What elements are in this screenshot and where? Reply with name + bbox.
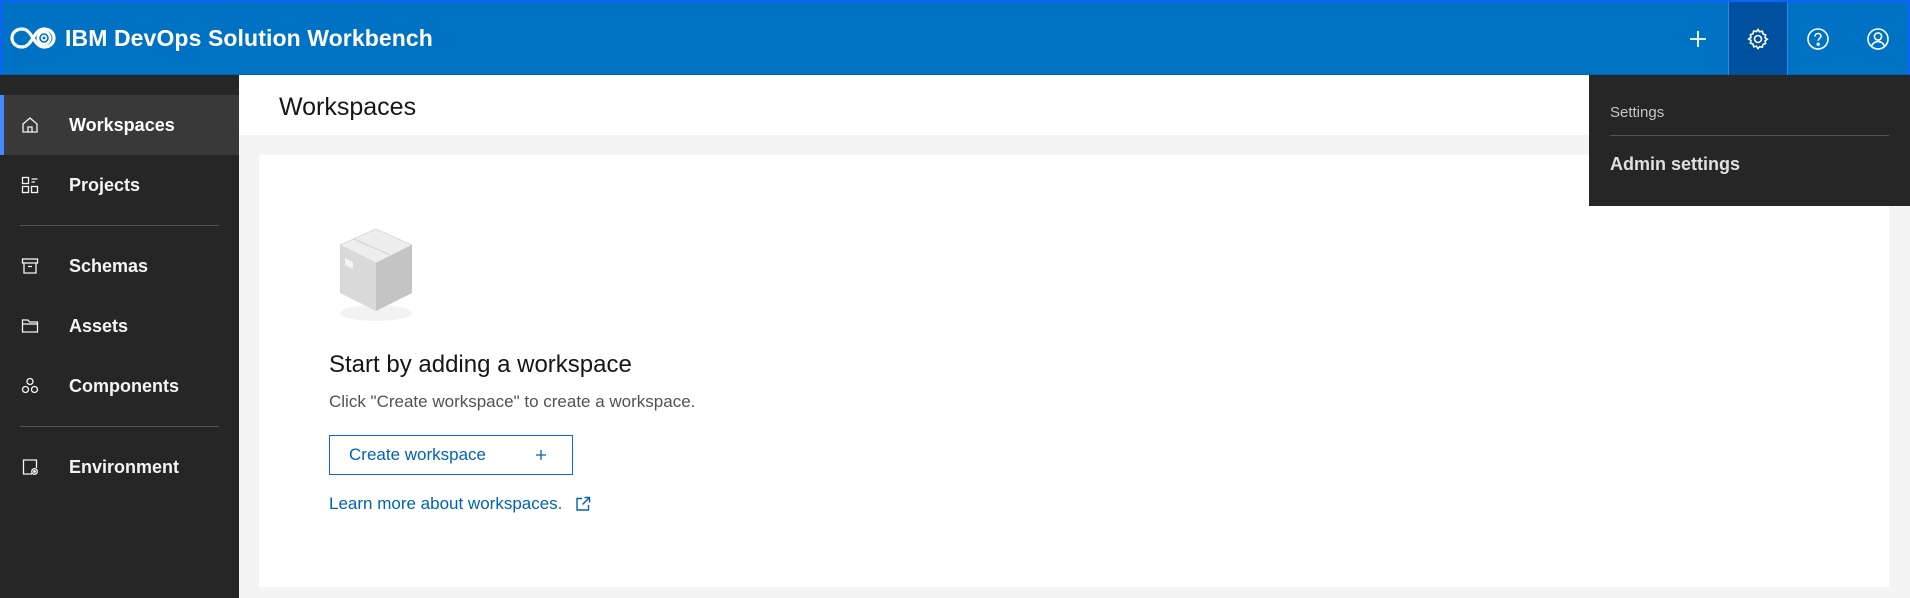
- sidebar-item-label: Schemas: [69, 255, 149, 276]
- components-icon: [20, 376, 40, 396]
- help-icon: [1807, 27, 1829, 50]
- learn-more-label: Learn more about workspaces.: [329, 494, 563, 513]
- sidebar-item-schemas[interactable]: Schemas: [0, 236, 239, 296]
- sidebar-item-label: Environment: [69, 456, 180, 477]
- user-button[interactable]: [1848, 2, 1908, 75]
- sidebar-item-environment[interactable]: Environment: [0, 437, 239, 497]
- sidebar-item-components[interactable]: Components: [0, 356, 239, 416]
- create-workspace-button[interactable]: Create workspace: [329, 435, 573, 475]
- menu-divider: [1610, 135, 1889, 136]
- external-link-icon: [576, 496, 591, 511]
- empty-state-card: Start by adding a workspace Click "Creat…: [259, 155, 1889, 587]
- infinity-logo-icon: [10, 21, 58, 55]
- sidebar-divider: [20, 426, 219, 427]
- box-illustration-icon: [336, 223, 416, 323]
- sidebar-item-workspaces[interactable]: Workspaces: [0, 95, 239, 155]
- create-workspace-label: Create workspace: [349, 445, 487, 464]
- user-icon: [1867, 27, 1889, 50]
- environment-icon: [20, 457, 40, 477]
- settings-button[interactable]: [1728, 2, 1788, 75]
- sidebar: Workspaces Projects Schemas Assets Compo…: [0, 75, 239, 598]
- empty-state-title: Start by adding a workspace: [329, 351, 632, 378]
- sidebar-item-projects[interactable]: Projects: [0, 155, 239, 215]
- help-button[interactable]: [1788, 2, 1848, 75]
- projects-icon: [20, 175, 40, 195]
- archive-icon: [20, 256, 40, 276]
- add-button[interactable]: [1668, 2, 1728, 75]
- sidebar-item-label: Components: [69, 375, 179, 396]
- add-icon: [1690, 30, 1706, 47]
- app-title: IBM DevOps Solution Workbench: [65, 24, 433, 51]
- settings-menu-heading: Settings: [1610, 104, 1665, 121]
- settings-dropdown: Settings Admin settings: [1589, 75, 1910, 206]
- sidebar-item-label: Workspaces: [69, 114, 175, 135]
- sidebar-divider: [20, 225, 219, 226]
- add-icon: [536, 450, 546, 460]
- top-header: IBM DevOps Solution Workbench: [0, 0, 1910, 75]
- learn-more-link[interactable]: Learn more about workspaces.: [329, 494, 592, 514]
- header-actions: [1668, 2, 1908, 75]
- home-icon: [20, 115, 40, 135]
- sidebar-item-label: Projects: [69, 174, 141, 195]
- folder-icon: [20, 316, 40, 336]
- sidebar-item-label: Assets: [69, 315, 129, 336]
- brand[interactable]: IBM DevOps Solution Workbench: [2, 2, 433, 74]
- gear-icon: [1747, 27, 1769, 50]
- admin-settings-menu-item[interactable]: Admin settings: [1610, 154, 1740, 175]
- page-title: Workspaces: [279, 93, 417, 121]
- empty-state-description: Click "Create workspace" to create a wor…: [329, 392, 696, 411]
- sidebar-item-assets[interactable]: Assets: [0, 296, 239, 356]
